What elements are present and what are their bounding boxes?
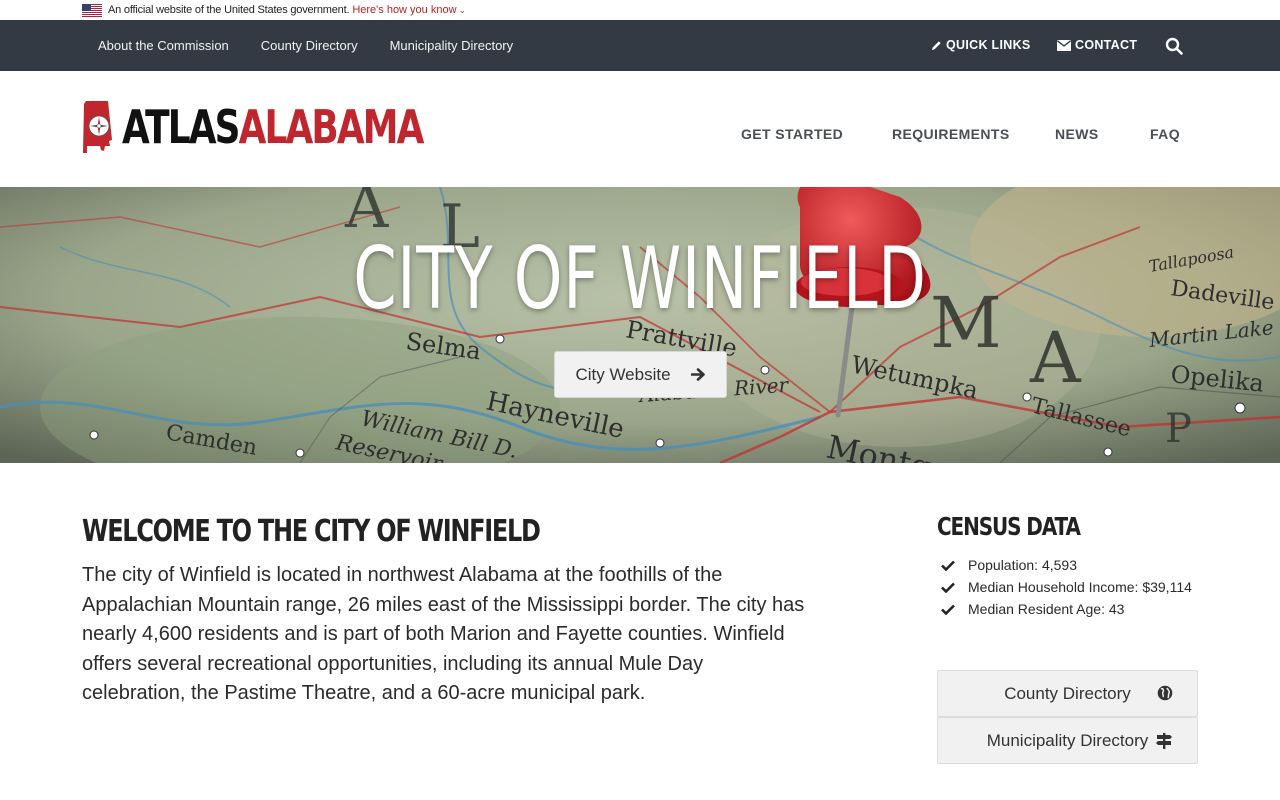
nav-faq[interactable]: FAQ: [1150, 126, 1180, 142]
utility-nav: About the Commission County Directory Mu…: [82, 20, 529, 71]
nav-news[interactable]: NEWS: [1055, 126, 1099, 142]
top-utility-bar: About the Commission County Directory Mu…: [0, 20, 1280, 71]
nav-requirements[interactable]: REQUIREMENTS: [892, 126, 1010, 142]
county-directory-button[interactable]: County Directory: [937, 670, 1198, 717]
hero-banner: A L M A P Selma Prattville Wetumpka Tall…: [0, 187, 1280, 463]
contact-label: CONTACT: [1075, 38, 1138, 52]
municipality-directory-button[interactable]: Municipality Directory: [937, 717, 1198, 764]
atlas-alabama-logo[interactable]: ATLASALABAMA: [82, 100, 507, 154]
welcome-heading: WELCOME TO THE CITY OF WINFIELD: [82, 514, 541, 549]
globe-icon: [1157, 685, 1173, 701]
gov-banner: An official website of the United States…: [0, 0, 1280, 20]
gov-banner-text: An official website of the United States…: [108, 4, 350, 16]
census-item-income: Median Household Income: $39,114: [941, 576, 1192, 598]
arrow-right-icon: [690, 368, 705, 381]
utility-link-municipality-directory[interactable]: Municipality Directory: [374, 38, 530, 53]
svg-text:A: A: [1029, 317, 1082, 399]
chevron-down-icon[interactable]: ⌄: [459, 5, 467, 16]
logo-text-alabama: ALABAMA: [238, 100, 425, 154]
utility-link-county-directory[interactable]: County Directory: [245, 38, 374, 53]
census-population: Population: 4,593: [968, 557, 1077, 573]
census-item-age: Median Resident Age: 43: [941, 598, 1192, 620]
census-list: Population: 4,593 Median Household Incom…: [941, 554, 1192, 620]
envelope-icon: [1057, 39, 1071, 51]
alabama-map-icon: [83, 101, 112, 153]
page-title: CITY OF WINFIELD: [353, 229, 927, 329]
contact-link[interactable]: CONTACT: [1057, 38, 1137, 52]
search-icon[interactable]: [1165, 37, 1183, 55]
checkmark-icon: [941, 560, 955, 571]
census-income: Median Household Income: $39,114: [968, 579, 1192, 595]
city-website-button[interactable]: City Website: [554, 351, 727, 398]
logo-wordmark: ATLASALABAMA: [122, 104, 424, 150]
signpost-icon: [1156, 733, 1172, 749]
site-header: ATLASALABAMA GET STARTED REQUIREMENTS NE…: [0, 71, 1280, 187]
pencil-icon: [931, 40, 941, 50]
us-flag-icon: [82, 3, 102, 17]
checkmark-icon: [941, 604, 955, 615]
quick-links-link[interactable]: QUICK LINKS: [931, 38, 1031, 52]
logo-text-atlas: ATLAS: [122, 100, 240, 154]
census-heading: CENSUS DATA: [937, 512, 1081, 541]
welcome-body: The city of Winfield is located in north…: [82, 564, 805, 704]
checkmark-icon: [941, 582, 955, 593]
quick-links-label: QUICK LINKS: [946, 38, 1031, 52]
municipality-directory-label: Municipality Directory: [986, 730, 1149, 750]
county-directory-label: County Directory: [1004, 683, 1131, 703]
nav-get-started[interactable]: GET STARTED: [741, 126, 843, 142]
gov-banner-link[interactable]: Here's how you know: [352, 4, 456, 16]
census-age: Median Resident Age: 43: [968, 601, 1125, 617]
utility-link-about[interactable]: About the Commission: [82, 38, 245, 53]
city-website-label: City Website: [575, 364, 671, 384]
census-item-population: Population: 4,593: [941, 554, 1192, 576]
svg-text:P: P: [1165, 406, 1192, 452]
